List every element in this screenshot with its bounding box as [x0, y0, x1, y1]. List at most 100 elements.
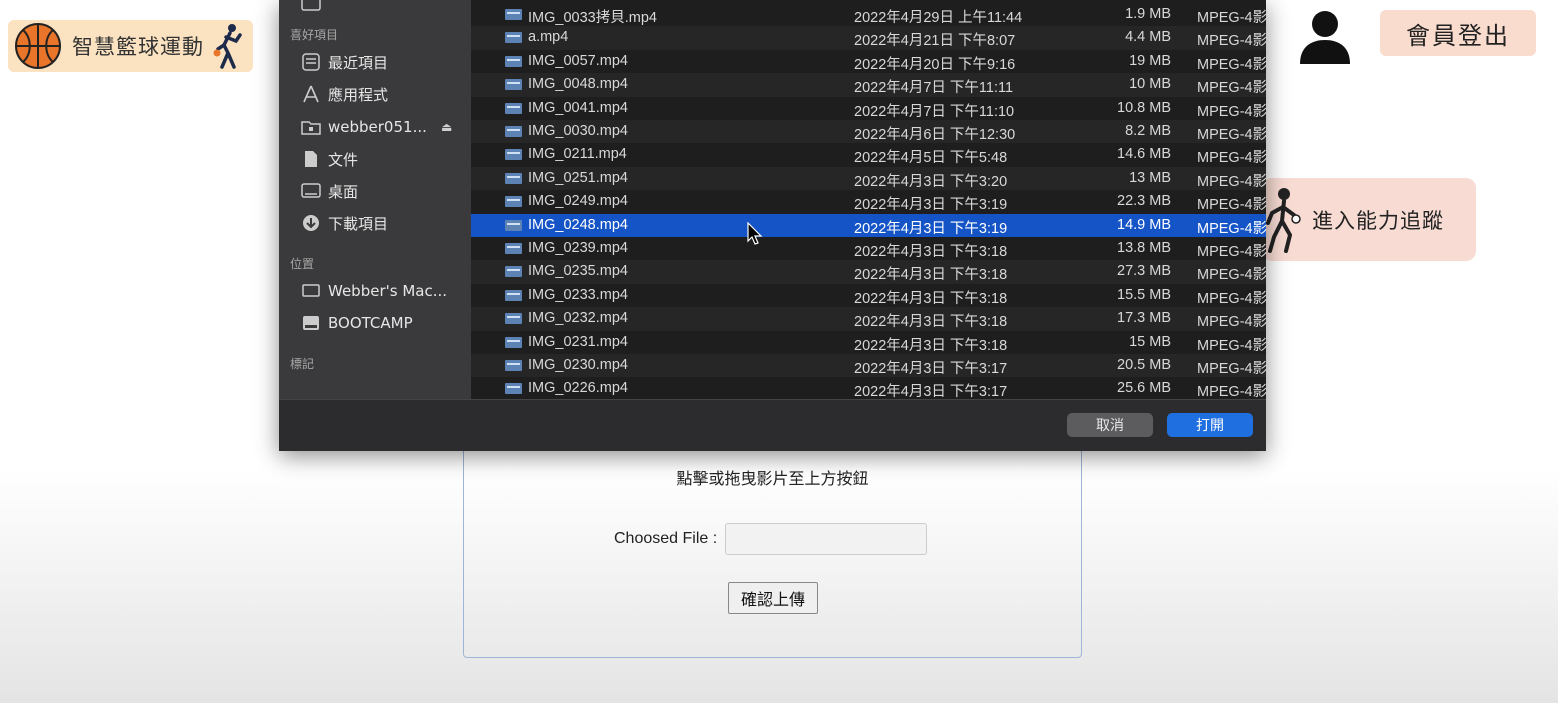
laptop-icon	[301, 282, 321, 300]
file-kind: MPEG-4影	[1197, 244, 1266, 260]
sidebar-item-downloads[interactable]: 下載項目	[301, 212, 388, 234]
confirm-upload-button[interactable]: 確認上傳	[728, 582, 818, 614]
file-kind: MPEG-4影	[1197, 337, 1266, 354]
file-size: 22.3 MB	[1117, 193, 1171, 210]
sidebar-item-label: 應用程式	[328, 85, 389, 104]
video-file-icon	[505, 126, 522, 137]
dialog-footer: 取消 打開	[279, 399, 1266, 451]
video-file-icon	[505, 102, 522, 114]
video-file-icon	[505, 289, 522, 301]
file-size: 15 MB	[1129, 333, 1171, 350]
chosen-file-row: Choosed File :	[614, 523, 928, 555]
site-logo[interactable]: 智慧籃球運動	[8, 20, 253, 72]
file-date: 2022年4月21日 下午8:07	[854, 33, 1016, 50]
upload-hint: 點擊或拖曳影片至上方按鈕	[676, 469, 869, 488]
video-file-icon	[505, 383, 522, 395]
file-list[interactable]: IMG_0033拷貝.mp4 2022年4月29日 上午11:44 1.9 MB MP…	[471, 0, 1266, 399]
locations-heading: 位置	[290, 257, 315, 271]
file-date: 2022年4月3日 下午3:19	[854, 197, 1008, 214]
file-size: 8.2 MB	[1125, 123, 1171, 139]
file-name: IMG_0230.mp4	[528, 357, 628, 373]
file-date: 2022年4月3日 下午3:18	[854, 290, 1008, 307]
ability-tracking-button[interactable]: 進入能力追蹤	[1262, 178, 1476, 261]
chosen-file-label: Choosed File :	[614, 530, 718, 547]
file-row[interactable]: IMG_0233.mp4 2022年4月3日 下午3:18 15.5 MB MPEG-…	[471, 284, 1266, 307]
file-name: IMG_0233.mp4	[528, 286, 628, 303]
file-row[interactable]: IMG_0231.mp4 2022年4月3日 下午3:18 15 MB MPEG-4影	[471, 331, 1266, 354]
file-row[interactable]: IMG_0048.mp4 2022年4月7日 下午11:11 10 MB MPEG-4…	[471, 73, 1266, 97]
chosen-file-field[interactable]	[725, 523, 928, 555]
file-date: 2022年4月3日 下午3:18	[854, 244, 1008, 260]
video-file-icon	[505, 360, 522, 371]
user-avatar-icon[interactable]	[1296, 8, 1354, 66]
file-kind: MPEG-4影	[1197, 314, 1266, 331]
file-row[interactable]: IMG_0030.mp4 2022年4月6日 下午12:30 8.2 MB MPEG-…	[471, 120, 1266, 144]
sidebar-item-bootcamp[interactable]: BOOTCAMP	[301, 312, 413, 334]
documents-icon	[301, 150, 321, 168]
tags-heading: 標記	[290, 357, 315, 371]
drive-icon	[301, 314, 321, 332]
file-date: 2022年4月29日 上午11:44	[854, 10, 1023, 26]
video-file-icon	[505, 266, 522, 278]
sidebar-item-recents[interactable]: 最近項目	[301, 51, 388, 73]
file-name: IMG_0057.mp4	[528, 52, 628, 69]
eject-icon[interactable]: ⏏	[441, 120, 452, 134]
upload-dropzone[interactable]: 點擊或拖曳影片至上方按鈕 Choosed File : 確認上傳	[463, 440, 1082, 658]
file-row[interactable]: IMG_0239.mp4 2022年4月3日 下午3:18 13.8 MB MPEG-…	[471, 237, 1266, 260]
player-dribbling-icon	[1266, 187, 1301, 253]
file-kind: MPEG-4影	[1197, 80, 1266, 97]
file-name: a.mp4	[528, 29, 569, 46]
file-kind: MPEG-4影	[1197, 290, 1266, 307]
sidebar-item-applications[interactable]: 應用程式	[301, 83, 388, 105]
folder-icon	[301, 0, 321, 12]
video-file-icon	[505, 243, 522, 254]
file-name: IMG_0239.mp4	[528, 240, 628, 256]
sidebar-item-desktop[interactable]: 桌面	[301, 180, 358, 202]
file-row[interactable]: IMG_0251.mp4 2022年4月3日 下午3:20 13 MB MPEG-4影	[471, 166, 1266, 191]
file-name: IMG_0248.mp4	[528, 216, 628, 233]
file-open-dialog: 喜好項目 最近項目 應用程式 webber051... ⏏ 文件 桌面 下載項目…	[279, 0, 1266, 451]
file-row[interactable]: IMG_0057.mp4 2022年4月20日 下午9:16 19 MB MPEG-4…	[471, 50, 1266, 73]
sidebar-item-home-folder[interactable]: webber051...	[301, 116, 427, 138]
sidebar-item-label: Webber's Mac...	[328, 282, 448, 300]
file-row[interactable]: IMG_0211.mp4 2022年4月5日 下午5:48 14.6 MB MPEG-…	[471, 143, 1266, 166]
favorites-heading: 喜好項目	[290, 28, 339, 42]
file-row[interactable]: IMG_0033拷貝.mp4 2022年4月29日 上午11:44 1.9 MB MP…	[471, 3, 1266, 26]
file-kind: MPEG-4影	[1197, 173, 1266, 190]
sidebar-item-label: 最近項目	[328, 53, 389, 72]
file-row[interactable]: IMG_0235.mp4 2022年4月3日 下午3:18 27.3 MB MPEG-…	[471, 260, 1266, 284]
file-size: 20.5 MB	[1117, 357, 1171, 373]
file-name: IMG_0235.mp4	[528, 263, 628, 280]
file-row[interactable]: IMG_0230.mp4 2022年4月3日 下午3:17 20.5 MB MPEG-…	[471, 354, 1266, 378]
video-file-icon	[505, 313, 522, 325]
open-button[interactable]: 打開	[1167, 413, 1253, 437]
file-row[interactable]: IMG_0249.mp4 2022年4月3日 下午3:19 22.3 MB MPEG-…	[471, 190, 1266, 213]
file-size: 13 MB	[1129, 169, 1171, 186]
video-file-icon	[505, 55, 522, 67]
video-file-icon	[505, 196, 522, 208]
basketball-icon	[15, 23, 61, 69]
file-size: 14.6 MB	[1117, 146, 1171, 163]
file-size: 10.8 MB	[1117, 99, 1171, 116]
file-name: IMG_0041.mp4	[528, 99, 628, 116]
logout-button[interactable]: 會員登出	[1380, 10, 1536, 56]
sidebar-item-label: BOOTCAMP	[328, 314, 413, 332]
file-row[interactable]: a.mp4 2022年4月21日 下午8:07 4.4 MB MPEG-4影	[471, 26, 1266, 50]
sidebar-item-mac[interactable]: Webber's Mac...	[301, 280, 447, 302]
file-name: IMG_0249.mp4	[528, 193, 628, 210]
file-date: 2022年4月7日 下午11:10	[854, 103, 1015, 120]
file-kind: MPEG-4影	[1197, 33, 1266, 50]
sidebar-item-label: webber051...	[328, 118, 427, 136]
file-size: 17.3 MB	[1117, 310, 1171, 327]
file-date: 2022年4月5日 下午5:48	[854, 150, 1008, 167]
file-row[interactable]: IMG_0041.mp4 2022年4月7日 下午11:10 10.8 MB MPEG…	[471, 97, 1266, 120]
video-file-icon	[505, 172, 522, 184]
file-row[interactable]: IMG_0232.mp4 2022年4月3日 下午3:18 17.3 MB MPEG-…	[471, 307, 1266, 331]
file-row-selected[interactable]: IMG_0248.mp4 2022年4月3日 下午3:19 14.9 MB MPEG-…	[471, 213, 1266, 237]
sidebar-item-documents[interactable]: 文件	[301, 148, 358, 170]
file-kind: MPEG-4影	[1197, 267, 1266, 284]
cancel-button[interactable]: 取消	[1067, 413, 1153, 437]
sidebar-item-label: 桌面	[328, 182, 359, 201]
file-row[interactable]: IMG_0226.mp4 2022年4月3日 下午3:17 25.6 MB MPEG-…	[471, 377, 1266, 399]
video-file-icon	[505, 336, 522, 348]
